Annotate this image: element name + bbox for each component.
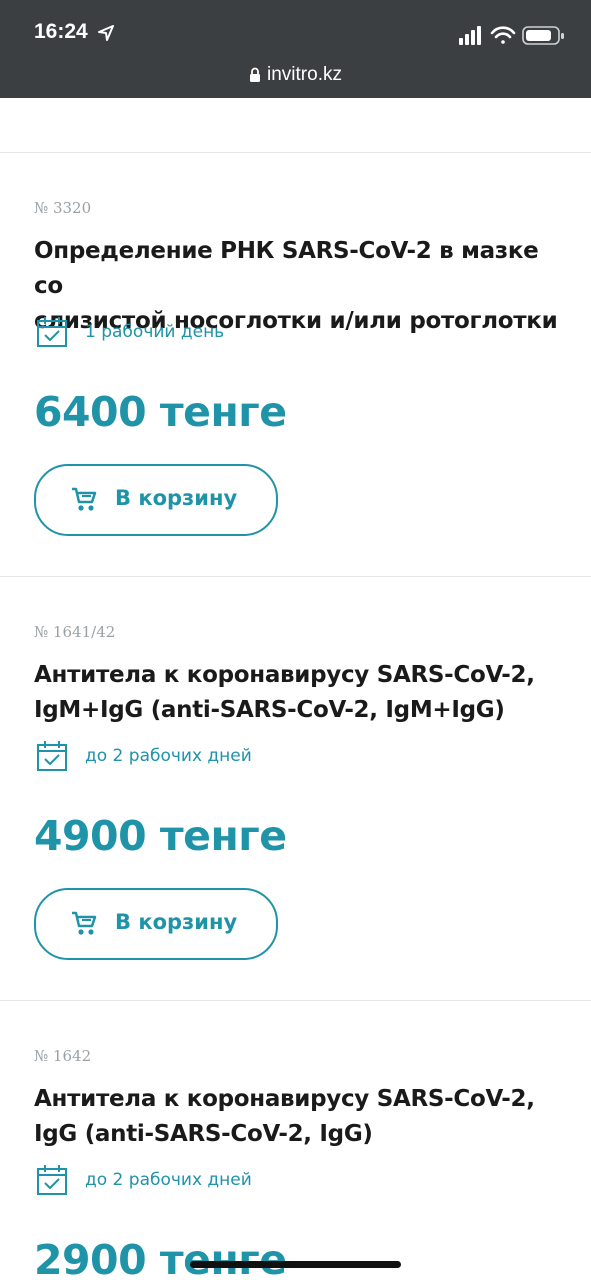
signal-icon — [459, 26, 481, 45]
product-number: № 1641/42 — [34, 623, 116, 641]
turnaround-text: 1 рабочий день — [85, 322, 225, 342]
calendar-check-icon — [37, 741, 67, 771]
product-price: 6400 тенге — [34, 388, 287, 436]
status-icons — [459, 26, 564, 45]
add-to-cart-button[interactable]: В корзину — [34, 888, 278, 960]
turnaround-text: до 2 рабочих дней — [85, 1170, 252, 1190]
lock-icon — [250, 67, 261, 82]
product-title[interactable]: Антитела к коронавирусу SARS-CoV-2, IgM+… — [34, 658, 564, 728]
product-title-line: Антитела к коронавирусу SARS-CoV-2, — [34, 662, 535, 688]
calendar-check-icon — [37, 317, 67, 347]
location-arrow-icon — [98, 25, 114, 41]
product-title[interactable]: Антитела к коронавирусу SARS-CoV-2, IgG … — [34, 1082, 564, 1152]
product-title-line: Антитела к коронавирусу SARS-CoV-2, — [34, 1086, 535, 1112]
product-card: № 3320 Определение РНК SARS-CoV-2 в мазк… — [0, 153, 591, 576]
url-text: invitro.kz — [267, 64, 342, 85]
wifi-icon — [490, 26, 516, 44]
product-title-line: IgM+IgG (anti-SARS-CoV-2, IgM+IgG) — [34, 697, 505, 723]
product-list[interactable]: № 3320 Определение РНК SARS-CoV-2 в мазк… — [0, 98, 591, 1280]
home-indicator[interactable] — [190, 1261, 401, 1268]
add-to-cart-label: В корзину — [115, 910, 238, 934]
calendar-check-icon — [37, 1165, 67, 1195]
address-bar[interactable]: invitro.kz — [0, 64, 591, 90]
product-card: № 1642 Антитела к коронавирусу SARS-CoV-… — [0, 1001, 591, 1280]
product-number: № 3320 — [34, 199, 92, 217]
clock: 16:24 — [34, 20, 88, 43]
product-price: 2900 тенге — [34, 1236, 287, 1280]
product-card: № 1641/42 Антитела к коронавирусу SARS-C… — [0, 577, 591, 1000]
product-title-line: IgG (anti-SARS-CoV-2, IgG) — [34, 1121, 373, 1147]
product-number: № 1642 — [34, 1047, 92, 1065]
add-to-cart-label: В корзину — [115, 486, 238, 510]
add-to-cart-button[interactable]: В корзину — [34, 464, 278, 536]
battery-icon — [522, 26, 564, 45]
status-bar: 16:24 invitro.kz — [0, 0, 591, 98]
product-price: 4900 тенге — [34, 812, 287, 860]
turnaround-text: до 2 рабочих дней — [85, 746, 252, 766]
product-title-line: Определение РНК SARS-CoV-2 в мазке со — [34, 238, 539, 299]
cart-icon — [72, 911, 97, 935]
cart-icon — [72, 487, 97, 511]
